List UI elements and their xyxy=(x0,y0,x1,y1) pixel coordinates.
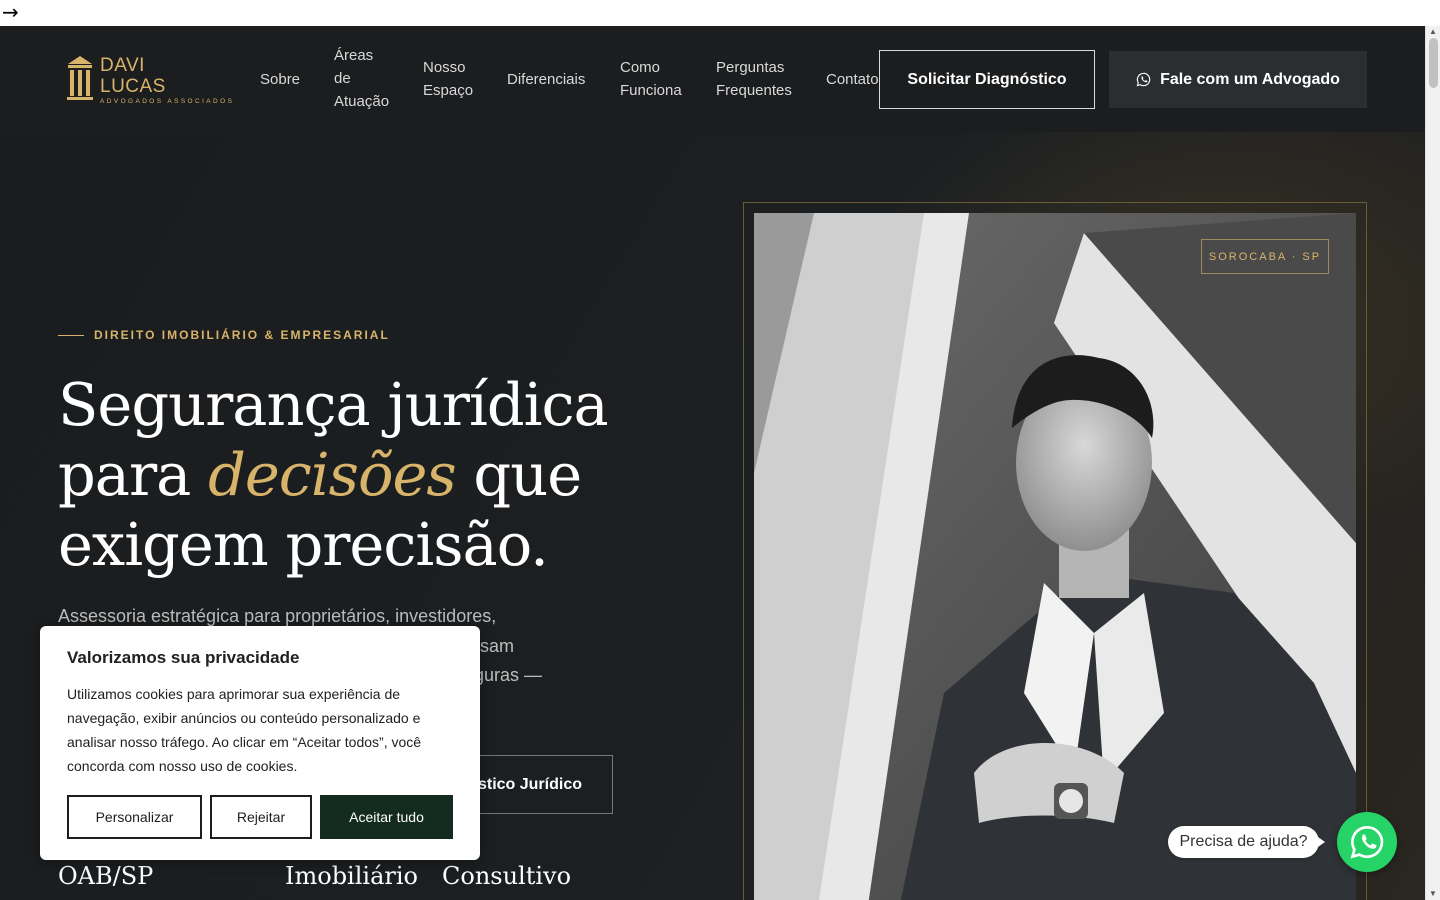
hero-headline: Segurança jurídica para decisões que exi… xyxy=(58,370,698,580)
headline-line-1: Segurança jurídica xyxy=(58,370,609,439)
cookie-reject-button[interactable]: Rejeitar xyxy=(210,795,312,839)
scroll-down-icon[interactable]: ▼ xyxy=(1429,889,1437,898)
stat-imobiliario: Imobiliário xyxy=(285,862,418,890)
arrow-right-icon[interactable]: → xyxy=(2,1,19,23)
eyebrow-text: DIREITO IMOBILIÁRIO & EMPRESARIAL xyxy=(94,328,390,342)
cookie-title: Valorizamos sua privacidade xyxy=(67,648,300,667)
logo-name: DAVI LUCAS xyxy=(100,55,166,97)
vertical-scrollbar[interactable]: ▲ ▼ xyxy=(1425,26,1440,900)
scroll-up-icon[interactable]: ▲ xyxy=(1429,27,1437,36)
nav-item-areas-de-atuacao[interactable]: Áreas de Atuação xyxy=(334,44,389,113)
logo[interactable]: DAVI LUCAS ADVOGADOS ASSOCIADOS xyxy=(66,52,256,108)
talk-to-lawyer-label: Fale com um Advogado xyxy=(1160,70,1340,88)
cookie-customize-button[interactable]: Personalizar xyxy=(67,795,202,839)
stat-consultivo: Consultivo xyxy=(442,862,572,890)
legal-diagnosis-label: stico Jurídico xyxy=(477,775,582,793)
hero-eyebrow: DIREITO IMOBILIÁRIO & EMPRESARIAL xyxy=(58,328,390,342)
whatsapp-float-button[interactable] xyxy=(1337,812,1397,872)
stat-oab: OAB/SP xyxy=(58,862,154,890)
headline-line-3: exigem precisão. xyxy=(58,510,549,579)
nav-item-como-funciona[interactable]: Como Funciona xyxy=(620,56,682,102)
whatsapp-icon xyxy=(1350,825,1384,859)
cookie-accept-all-button[interactable]: Aceitar tudo xyxy=(320,795,453,839)
talk-to-lawyer-button[interactable]: Fale com um Advogado xyxy=(1109,51,1367,108)
nav-item-contato[interactable]: Contato xyxy=(826,68,879,91)
whatsapp-icon xyxy=(1136,72,1151,87)
eyebrow-line xyxy=(58,334,84,336)
headline-line-2: para decisões que xyxy=(58,440,582,509)
nav-item-perguntas-frequentes[interactable]: Perguntas Frequentes xyxy=(716,56,792,102)
cookie-body: Utilizamos cookies para aprimorar sua ex… xyxy=(67,686,422,774)
scrollbar-thumb[interactable] xyxy=(1429,38,1438,88)
nav-item-diferenciais[interactable]: Diferenciais xyxy=(507,68,585,91)
cookie-consent-banner: Valorizamos sua privacidade Utilizamos c… xyxy=(40,626,480,860)
logo-tagline: ADVOGADOS ASSOCIADOS xyxy=(100,98,235,105)
browser-top-strip: → xyxy=(0,0,1440,26)
help-bubble[interactable]: Precisa de ajuda? xyxy=(1168,826,1325,858)
lawyer-portrait xyxy=(754,213,1356,900)
column-logo-icon xyxy=(67,56,93,100)
site-header: DAVI LUCAS ADVOGADOS ASSOCIADOS Sobre Ár… xyxy=(0,26,1425,132)
nav-item-nosso-espaco[interactable]: Nosso Espaço xyxy=(423,56,473,102)
request-diagnosis-button[interactable]: Solicitar Diagnóstico xyxy=(879,50,1095,109)
location-badge: SOROCABA · SP xyxy=(1201,239,1329,274)
page: DAVI LUCAS ADVOGADOS ASSOCIADOS Sobre Ár… xyxy=(0,26,1425,900)
nav-item-sobre[interactable]: Sobre xyxy=(260,68,300,91)
headline-accent: decisões xyxy=(208,440,457,509)
